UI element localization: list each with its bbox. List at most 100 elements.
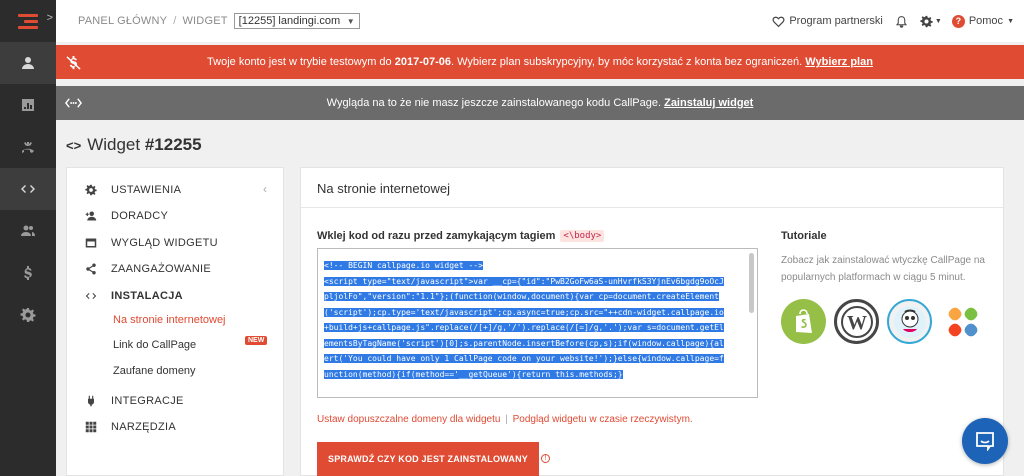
add-person-icon	[85, 210, 97, 222]
phone-callback-icon	[22, 142, 34, 153]
trial-banner: Twoje konto jest w trybie testowym do 20…	[56, 45, 1024, 79]
icon-rail: >	[0, 0, 56, 476]
paste-code-label: Wklej kod od razu przed zamykającym tagi…	[317, 230, 605, 242]
installation-panel: Na stronie internetowej Wklej kod od raz…	[300, 167, 1004, 476]
chat-icon	[976, 432, 994, 451]
code-line: ('script');cp.type='text/javascript';cp.…	[324, 307, 724, 317]
menu-item-integrations[interactable]: INTEGRACJE	[85, 395, 184, 407]
logo-icon	[18, 13, 38, 29]
code-line: unction(method){if(method=='__getQueue')…	[324, 369, 623, 379]
tutorials-title: Tutoriale	[781, 230, 827, 242]
rail-item-settings[interactable]	[0, 294, 56, 336]
platform-logos: W	[781, 299, 985, 344]
menu-item-engagement[interactable]: ZAANGAŻOWANIE	[85, 263, 211, 275]
breadcrumb-widget[interactable]: WIDGET	[182, 15, 227, 27]
tutorials-description: Zobacz jak zainstalować wtyczkę CallPage…	[781, 255, 985, 283]
verify-installation-button[interactable]: SPRAWDŹ CZY KOD JEST ZAINSTALOWANY	[317, 442, 539, 476]
code-line: ementsByTagName('script')[0];s.parentNod…	[324, 338, 724, 348]
prestashop-icon[interactable]	[887, 299, 932, 344]
no-money-icon	[64, 53, 82, 71]
code-dots-icon	[64, 94, 82, 112]
expand-rail-icon[interactable]: >	[47, 12, 53, 24]
code-line: +build+js+callpage.js".replace(/[+]/g,'/…	[324, 323, 724, 332]
heart-icon	[772, 16, 785, 27]
caret-down-icon: ▼	[1007, 17, 1014, 25]
divider	[301, 207, 1003, 208]
code-icon	[21, 185, 35, 193]
settings-menu-button[interactable]: ▼	[920, 15, 942, 28]
code-line: <!-- BEGIN callpage.io widget -->	[324, 261, 483, 270]
submenu-item-trusted-domains[interactable]: Zaufane domeny	[113, 365, 196, 377]
widget-select-value: [12255] landingi.com	[238, 15, 341, 27]
partner-program-link[interactable]: Program partnerski	[772, 15, 883, 28]
menu-item-settings[interactable]: USTAWIENIA	[85, 184, 181, 196]
chevron-down-icon: ▼	[346, 16, 355, 26]
callpage-logo[interactable]: >	[0, 0, 56, 42]
domains-links: Ustaw dopuszczalne domeny dla widgetu | …	[317, 414, 693, 425]
menu-item-appearance[interactable]: WYGLĄD WIDGETU	[85, 237, 218, 249]
trial-text: Twoje konto jest w trybie testowym do 20…	[207, 56, 873, 68]
chat-widget-button[interactable]	[962, 418, 1008, 464]
rail-item-stats[interactable]	[0, 84, 56, 126]
install-banner: Wygląda na to że nie masz jeszcze zainst…	[56, 86, 1024, 120]
new-badge: NEW	[245, 336, 268, 345]
help-icon: ?	[951, 14, 965, 28]
rail-item-calls[interactable]	[0, 126, 56, 168]
body-tag: <\body>	[560, 230, 605, 242]
submenu-item-website[interactable]: Na stronie internetowej	[113, 314, 226, 326]
allowed-domains-link[interactable]: Ustaw dopuszczalne domeny dla widgetu	[317, 414, 500, 425]
top-bar: PANEL GŁÓWNY / WIDGET [12255] landingi.c…	[56, 0, 1024, 42]
bell-icon	[895, 15, 907, 28]
svg-text:W: W	[847, 312, 867, 334]
widget-id: #12255	[144, 135, 202, 154]
code-line: ert('You could have only 1 CallPage code…	[324, 354, 724, 363]
top-right-actions: Program partnerski ▼ ? Pomoc ▼	[772, 14, 1024, 28]
rail-item-billing[interactable]	[0, 252, 56, 294]
notifications-button[interactable]	[895, 15, 908, 28]
install-text: Wygląda na to że nie masz jeszcze zainst…	[326, 97, 754, 109]
code-icon	[85, 290, 97, 302]
grid-icon	[85, 421, 97, 433]
trial-date: 2017-07-06	[394, 56, 451, 68]
breadcrumb-separator: /	[173, 15, 177, 27]
page-title: <> Widget #12255	[66, 135, 202, 154]
gear-icon	[85, 184, 97, 196]
dollar-icon	[24, 266, 32, 280]
window-icon	[85, 237, 97, 249]
live-preview-link[interactable]: Podgląd widgetu w czasie rzeczywistym.	[513, 414, 693, 425]
choose-plan-link[interactable]: Wybierz plan	[805, 56, 873, 68]
menu-item-advisors[interactable]: DORADCY	[85, 210, 168, 222]
section-title: Na stronie internetowej	[317, 181, 450, 196]
code-line: <script type="text/javascript">var __cp=…	[324, 276, 724, 286]
joomla-icon[interactable]	[940, 299, 985, 344]
embed-code-textarea[interactable]: <!-- BEGIN callpage.io widget --> <scrip…	[317, 248, 758, 398]
help-label: Pomoc	[968, 15, 1004, 27]
gear-icon	[920, 15, 933, 27]
code-icon: <>	[66, 137, 82, 153]
textarea-scrollbar[interactable]	[749, 253, 754, 313]
install-widget-link[interactable]: Zainstaluj widget	[664, 97, 753, 109]
code-line: pljolFo","version":"1.1"};(function(wind…	[324, 292, 719, 301]
menu-item-installation[interactable]: INSTALACJA	[85, 290, 183, 302]
plug-icon	[85, 395, 97, 407]
help-menu-button[interactable]: ? Pomoc ▼	[951, 14, 1014, 28]
rail-item-widget[interactable]	[0, 168, 56, 210]
submenu-item-link[interactable]: Link do CallPage	[113, 339, 196, 351]
breadcrumb-home[interactable]: PANEL GŁÓWNY	[78, 15, 167, 27]
share-icon	[85, 263, 97, 275]
collapse-menu-icon[interactable]: ‹	[263, 182, 267, 196]
group-add-icon	[21, 225, 35, 236]
partner-program-label: Program partnerski	[789, 15, 883, 27]
rail-item-team[interactable]	[0, 210, 56, 252]
wordpress-icon[interactable]: W	[834, 299, 879, 344]
menu-item-tools[interactable]: NARZĘDZIA	[85, 421, 176, 433]
person-icon	[22, 57, 34, 69]
rail-item-account[interactable]	[0, 42, 56, 84]
caret-down-icon: ▼	[934, 17, 942, 25]
info-icon[interactable]: !	[541, 454, 550, 463]
gear-icon	[20, 308, 36, 322]
bar-chart-icon	[22, 99, 34, 111]
widget-select[interactable]: [12255] landingi.com ▼	[233, 13, 360, 29]
shopify-icon[interactable]	[781, 299, 826, 344]
widget-menu: ‹ USTAWIENIA DORADCY WYGLĄD WIDGETU ZAAN…	[66, 167, 284, 476]
